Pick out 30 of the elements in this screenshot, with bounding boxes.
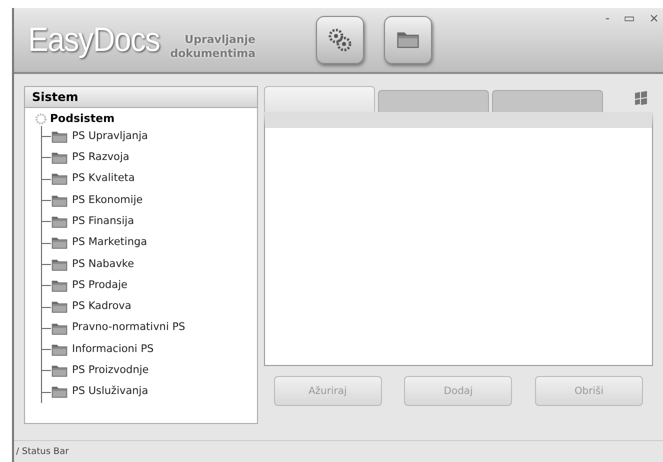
settings-button[interactable] <box>316 16 364 64</box>
close-button[interactable]: × <box>648 12 659 24</box>
folder-button[interactable] <box>384 16 432 64</box>
status-bar: / Status Bar <box>14 440 663 462</box>
maximize-button[interactable]: ▭ <box>624 12 635 24</box>
tab[interactable] <box>378 90 489 112</box>
tab[interactable] <box>492 90 603 112</box>
tree-item[interactable]: Informacioni PS <box>72 342 154 358</box>
tree-item[interactable]: PS Usluživanja <box>72 384 148 400</box>
sidebar-header: Sistem <box>25 87 257 108</box>
tree-item[interactable]: PS Nabavke <box>72 256 134 272</box>
tree-item[interactable]: PS Finansija <box>72 214 134 230</box>
windows-flag-icon <box>633 90 649 106</box>
tree-item[interactable]: PS Ekonomije <box>72 192 143 208</box>
tree-item[interactable]: PS Kvaliteta <box>72 171 135 188</box>
tree-item[interactable]: PS Kadrova <box>72 299 132 315</box>
tree-root-label[interactable]: Podsistem <box>50 110 115 128</box>
tree-item[interactable]: PS Proizvodnje <box>72 363 149 379</box>
minimize-button[interactable]: - <box>605 12 610 24</box>
folder-icon <box>396 30 420 50</box>
tree-item[interactable]: PS Prodaje <box>72 278 128 294</box>
tree-item[interactable]: PS Upravljanja <box>72 128 148 145</box>
gears-icon <box>326 27 352 53</box>
tree-item[interactable]: Pravno-normativni PS <box>72 320 186 336</box>
tree-item[interactable]: PS Marketinga <box>72 235 148 251</box>
tab[interactable] <box>264 86 375 112</box>
tree-item[interactable]: PS Razvoja <box>72 150 130 166</box>
app-subtitle: Upravljanje dokumentima <box>170 33 256 61</box>
spinner-icon <box>35 113 47 125</box>
app-logo: EasyDocs <box>28 23 160 57</box>
